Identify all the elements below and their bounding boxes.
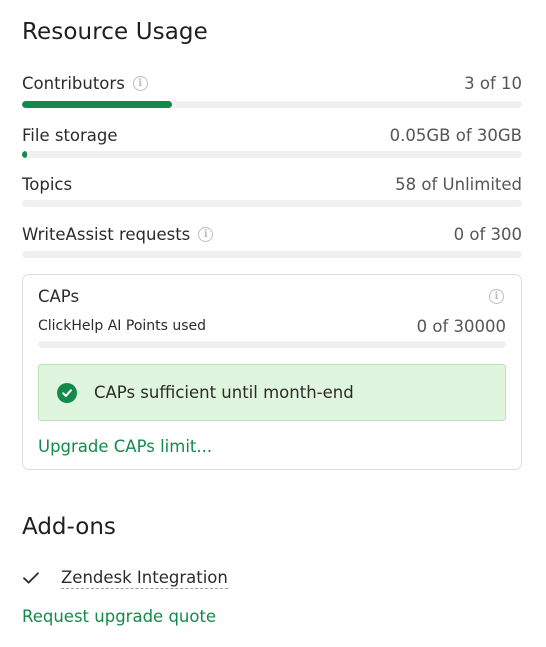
info-icon[interactable]: i [132,75,148,91]
usage-value: 0 of 300 [453,224,522,244]
usage-bar-topics [22,200,522,207]
request-upgrade-quote-link[interactable]: Request upgrade quote [22,607,216,626]
addon-name[interactable]: Zendesk Integration [61,568,228,589]
caps-status-notice: CAPs sufficient until month-end [38,364,506,421]
caps-usage-bar [38,341,506,348]
addons-title: Add-ons [22,514,116,540]
usage-row-file-storage: File storage 0.05GB of 30GB [22,124,522,146]
usage-value: 0.05GB of 30GB [389,125,522,145]
usage-bar-file-storage [22,151,522,158]
usage-label: Contributors [22,73,125,93]
usage-bar-writeassist [22,251,522,258]
usage-row-writeassist: WriteAssist requests i 0 of 300 [22,223,522,245]
usage-label: Topics [22,174,73,194]
caps-card: CAPs i ClickHelp AI Points used 0 of 300… [22,274,522,470]
usage-label: File storage [22,125,118,145]
usage-value: 3 of 10 [464,73,522,93]
check-circle-icon [57,382,77,403]
caps-value: 0 of 30000 [416,316,506,336]
check-icon [22,571,40,585]
caps-title: CAPs [38,287,80,306]
usage-bar-contributors [22,101,522,108]
usage-label: WriteAssist requests [22,224,191,244]
info-icon[interactable]: i [489,289,504,304]
usage-value: 58 of Unlimited [395,174,522,194]
usage-row-topics: Topics 58 of Unlimited [22,173,522,195]
info-icon[interactable]: i [198,226,214,242]
caps-notice-text: CAPs sufficient until month-end [94,383,354,402]
caps-subtitle: ClickHelp AI Points used [38,318,207,334]
usage-bar-fill [22,151,27,158]
addon-item: Zendesk Integration [22,566,228,590]
upgrade-caps-link[interactable]: Upgrade CAPs limit... [38,437,212,456]
resource-usage-title: Resource Usage [22,19,208,45]
usage-bar-fill [22,101,172,108]
usage-row-contributors: Contributors i 3 of 10 [22,72,522,94]
